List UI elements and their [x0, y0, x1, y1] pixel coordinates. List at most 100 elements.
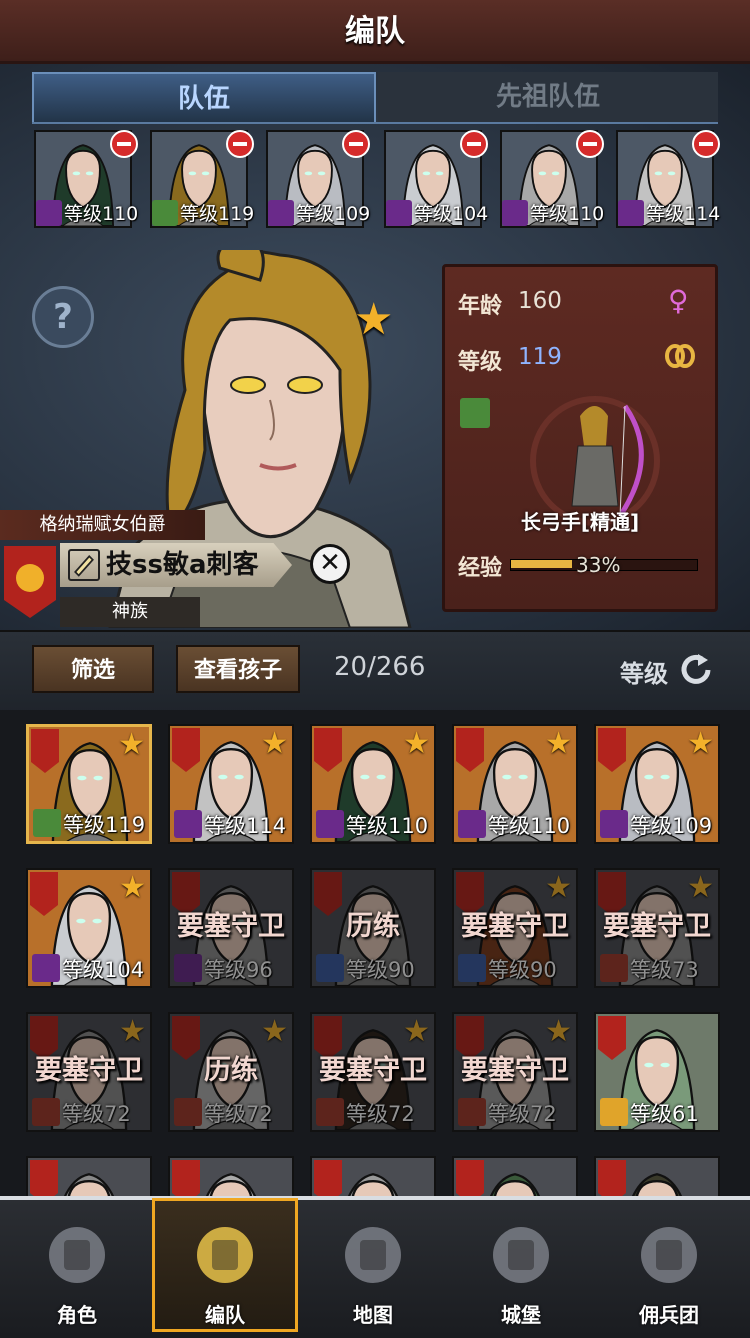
team-slot[interactable]: 等级110	[34, 130, 138, 228]
wolf-icon	[32, 1098, 60, 1126]
staff-icon	[32, 954, 60, 982]
remove-icon[interactable]	[110, 130, 138, 158]
hero-title: 格纳瑞赋女伯爵	[0, 510, 205, 540]
nav-item-5[interactable]: 佣兵团	[596, 1204, 742, 1332]
roster-card[interactable]: ★ 等级109	[594, 724, 720, 844]
nav-item-3[interactable]: 地图	[300, 1204, 446, 1332]
star-icon: ★	[545, 726, 572, 761]
house-banner-icon	[172, 1160, 200, 1198]
card-level: 等级96	[204, 958, 273, 982]
sort-label[interactable]: 等级	[620, 654, 668, 689]
tab-team[interactable]: 队伍	[32, 72, 376, 122]
house-banner-icon	[30, 1160, 58, 1198]
card-level: 等级90	[346, 958, 415, 982]
rings-icon[interactable]	[664, 342, 696, 370]
card-level: 等级109	[630, 814, 713, 838]
card-level: 等级73	[630, 958, 699, 982]
roster-card[interactable]	[594, 1156, 720, 1200]
helmet-icon	[197, 1227, 253, 1283]
remove-icon[interactable]	[692, 130, 720, 158]
roster-card[interactable]: ★ 等级72 要塞守卫	[310, 1012, 436, 1132]
roster-card[interactable]: 等级61	[594, 1012, 720, 1132]
age-label: 年龄	[458, 294, 503, 319]
shield-icon	[600, 1098, 628, 1126]
close-icon[interactable]: ✕	[310, 544, 350, 584]
tab-divider	[32, 122, 718, 124]
staff-icon	[618, 200, 644, 226]
wolf-icon	[458, 1098, 486, 1126]
remove-icon[interactable]	[460, 130, 488, 158]
sword-icon	[316, 954, 344, 982]
hero-race: 神族	[60, 597, 200, 627]
team-slot[interactable]: 等级110	[500, 130, 604, 228]
star-icon: ★	[261, 1014, 288, 1049]
roster-card[interactable]: 等级96 要塞守卫	[168, 868, 294, 988]
nav-item-2[interactable]: 编队	[152, 1204, 298, 1332]
card-level: 等级72	[488, 1102, 557, 1126]
card-status: 要塞守卫	[35, 1055, 143, 1086]
slot-level: 等级110	[64, 203, 139, 225]
wolf-icon	[174, 1098, 202, 1126]
staff-icon	[502, 200, 528, 226]
level-label: 等级	[458, 350, 503, 375]
roster-card[interactable]: ★ 等级114	[168, 724, 294, 844]
team-slot[interactable]: 等级114	[616, 130, 720, 228]
roster-card[interactable]: ★ 等级110	[452, 724, 578, 844]
star-icon: ★	[545, 1014, 572, 1049]
view-children-button[interactable]: 查看孩子	[176, 645, 300, 693]
star-icon: ★	[687, 726, 714, 761]
slot-level: 等级119	[180, 203, 255, 225]
card-status: 要塞守卫	[177, 911, 285, 942]
filter-button[interactable]: 筛选	[32, 645, 154, 693]
card-level: 等级72	[204, 1102, 273, 1126]
help-button[interactable]: ?	[32, 286, 94, 348]
star-icon: ★	[261, 726, 288, 761]
team-slot[interactable]: 等级104	[384, 130, 488, 228]
class-name: 长弓手[精通]	[520, 510, 640, 534]
roster-card[interactable]: ★ 等级72 历练	[168, 1012, 294, 1132]
house-banner-icon	[314, 1160, 342, 1198]
remove-icon[interactable]	[576, 130, 604, 158]
star-icon: ★	[545, 870, 572, 905]
team-slot[interactable]: 等级109	[266, 130, 370, 228]
staff-icon	[386, 200, 412, 226]
nav-item-1[interactable]: 角色	[4, 1204, 150, 1332]
staff-icon	[174, 810, 202, 838]
roster-card[interactable]	[26, 1156, 152, 1200]
team-slot[interactable]: 等级119	[150, 130, 254, 228]
rename-pencil-icon[interactable]	[68, 549, 100, 581]
roster-card[interactable]: ★ 等级72 要塞守卫	[452, 1012, 578, 1132]
castle-icon	[493, 1227, 549, 1283]
roster-card[interactable]	[310, 1156, 436, 1200]
card-level: 等级72	[62, 1102, 131, 1126]
card-status: 历练	[346, 911, 400, 942]
roster-card[interactable]: 等级90 历练	[310, 868, 436, 988]
card-level: 等级72	[346, 1102, 415, 1126]
exp-percent: 33%	[576, 553, 621, 577]
roster-card[interactable]: ★ 等级104	[26, 868, 152, 988]
remove-icon[interactable]	[226, 130, 254, 158]
level-value: 119	[518, 344, 562, 370]
house-banner-icon	[598, 1160, 626, 1198]
house-banner-icon	[456, 1160, 484, 1198]
roster-card[interactable]: ★ 等级110	[310, 724, 436, 844]
staff-icon	[316, 810, 344, 838]
staff-icon	[174, 954, 202, 982]
roster-card[interactable]: ★ 等级119	[26, 724, 152, 844]
card-level: 等级90	[488, 958, 557, 982]
remove-icon[interactable]	[342, 130, 370, 158]
sword-icon	[458, 954, 486, 982]
roster-card[interactable]	[452, 1156, 578, 1200]
nav-item-4[interactable]: 城堡	[448, 1204, 594, 1332]
roster-count: 20/266	[334, 652, 426, 682]
card-level: 等级110	[346, 814, 429, 838]
refresh-sort-icon[interactable]	[678, 652, 714, 688]
sun-emblem-icon	[16, 564, 44, 592]
roster-card[interactable]: ★ 等级90 要塞守卫	[452, 868, 578, 988]
slot-level: 等级110	[530, 203, 605, 225]
tab-ancestor-team[interactable]: 先祖队伍	[378, 72, 718, 122]
roster-card[interactable]	[168, 1156, 294, 1200]
roster-card[interactable]: ★ 等级73 要塞守卫	[594, 868, 720, 988]
star-icon: ★	[403, 1014, 430, 1049]
roster-card[interactable]: ★ 等级72 要塞守卫	[26, 1012, 152, 1132]
